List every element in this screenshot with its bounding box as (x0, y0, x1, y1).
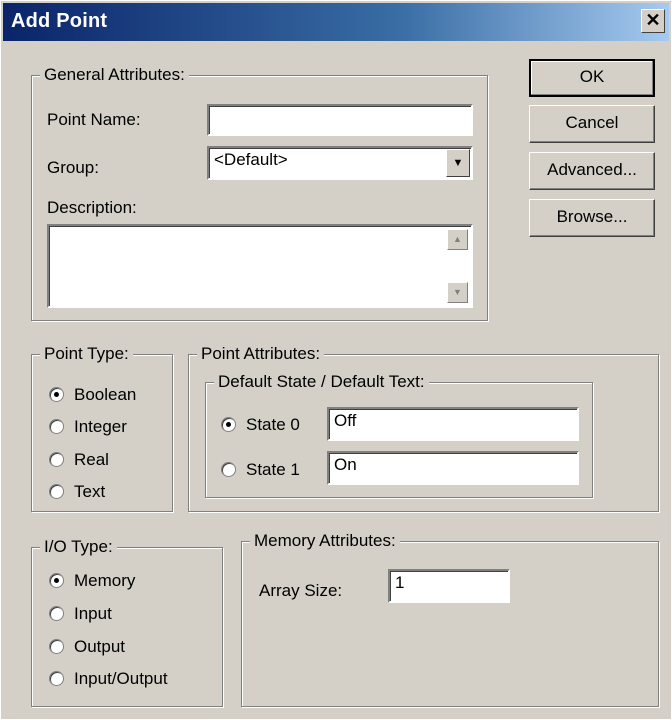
point-type-option-label: Boolean (74, 385, 137, 404)
memory-attributes-legend: Memory Attributes: (250, 531, 400, 551)
radio-selected-icon (49, 387, 64, 403)
point-type-option-label: Integer (74, 417, 127, 436)
close-button[interactable]: ✕ (641, 9, 665, 33)
io-type-option-label: Memory (74, 571, 136, 590)
scroll-down-button[interactable]: ▼ (447, 282, 468, 303)
memory-attributes-group: Memory Attributes: (241, 531, 659, 707)
io-type-input-radio[interactable]: Input (49, 604, 112, 624)
advanced-button[interactable]: Advanced... (529, 152, 655, 190)
arrow-up-icon: ▲ (453, 234, 462, 244)
default-state-legend: Default State / Default Text: (214, 372, 429, 392)
radio-selected-icon (221, 417, 236, 433)
radio-unselected-icon (49, 671, 64, 687)
point-attributes-legend: Point Attributes: (197, 344, 325, 364)
description-label: Description: (47, 198, 137, 217)
io-type-option-label: Input/Output (74, 669, 168, 688)
general-attributes-legend: General Attributes: (40, 65, 189, 85)
radio-unselected-icon (49, 639, 64, 655)
point-type-boolean-radio[interactable]: Boolean (49, 385, 136, 405)
point-type-integer-radio[interactable]: Integer (49, 417, 127, 437)
state0-text-input[interactable]: Off (327, 407, 579, 441)
group-select-value: <Default> (214, 150, 288, 169)
state0-label: State 0 (246, 415, 300, 434)
io-type-option-label: Input (74, 604, 112, 623)
state1-text-input[interactable]: On (327, 451, 579, 485)
radio-selected-icon (49, 573, 64, 589)
radio-unselected-icon (49, 419, 64, 435)
io-type-output-radio[interactable]: Output (49, 637, 125, 657)
state0-radio[interactable]: State 0 (221, 415, 300, 435)
array-size-input[interactable]: 1 (388, 569, 510, 603)
point-name-label: Point Name: (47, 110, 141, 129)
group-dropdown-button[interactable]: ▼ (446, 149, 470, 177)
point-type-legend: Point Type: (40, 344, 133, 364)
array-size-label: Array Size: (259, 581, 343, 600)
group-select[interactable]: <Default> ▼ (207, 146, 473, 180)
io-type-option-label: Output (74, 637, 126, 656)
title-bar: Add Point ✕ (3, 3, 669, 41)
state1-radio[interactable]: State 1 (221, 460, 300, 480)
add-point-dialog: Add Point ✕ General Attributes: Point Na… (0, 0, 672, 720)
point-name-input[interactable] (207, 104, 473, 136)
radio-unselected-icon (49, 452, 64, 468)
point-type-real-radio[interactable]: Real (49, 450, 109, 470)
radio-unselected-icon (221, 462, 236, 478)
radio-unselected-icon (49, 606, 64, 622)
io-type-memory-radio[interactable]: Memory (49, 571, 135, 591)
window-title: Add Point (11, 10, 108, 32)
point-type-option-label: Real (74, 450, 109, 469)
triangle-down-icon: ▼ (452, 157, 464, 169)
radio-unselected-icon (49, 484, 64, 500)
io-type-legend: I/O Type: (40, 537, 117, 557)
description-textarea[interactable]: ▲ ▼ (47, 224, 473, 308)
io-type-input-output-radio[interactable]: Input/Output (49, 669, 168, 689)
browse-button[interactable]: Browse... (529, 199, 655, 237)
cancel-button[interactable]: Cancel (529, 105, 655, 143)
arrow-down-icon: ▼ (453, 287, 462, 297)
close-icon: ✕ (645, 10, 661, 30)
ok-button[interactable]: OK (529, 59, 655, 97)
scroll-up-button[interactable]: ▲ (447, 229, 468, 250)
group-label: Group: (47, 158, 99, 177)
point-type-text-radio[interactable]: Text (49, 482, 105, 502)
state1-label: State 1 (246, 460, 300, 479)
point-type-option-label: Text (74, 482, 106, 501)
